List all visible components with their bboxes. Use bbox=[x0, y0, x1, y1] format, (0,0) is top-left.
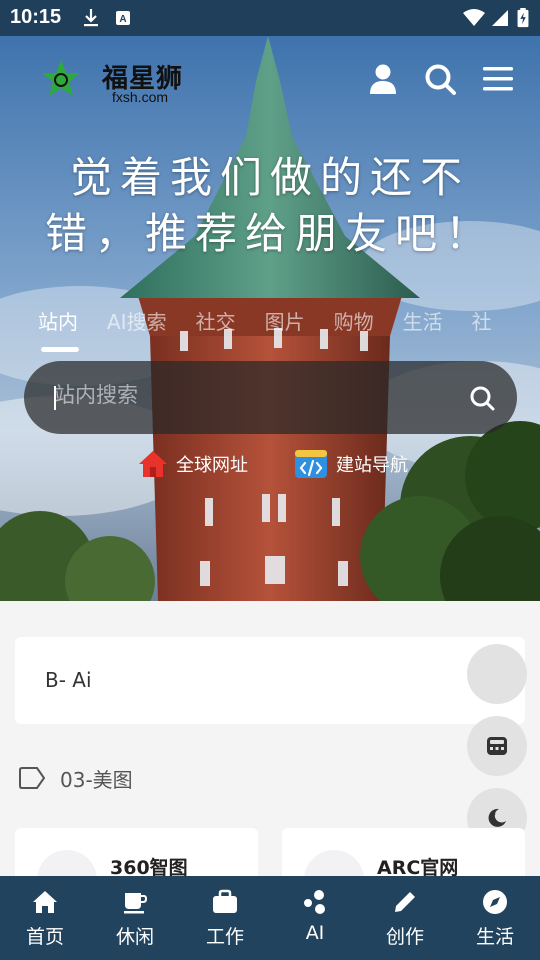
ai-icon bbox=[304, 890, 325, 914]
svg-text:A: A bbox=[119, 14, 126, 25]
nav-label: 生活 bbox=[475, 926, 514, 948]
nav-label: 首页 bbox=[25, 926, 64, 948]
tab-shopping[interactable]: 购物 bbox=[334, 306, 374, 346]
active-tab-indicator bbox=[41, 347, 79, 352]
briefcase-icon bbox=[213, 889, 237, 913]
nav-work[interactable]: 工作 bbox=[180, 876, 270, 960]
quick-link-site-navigation[interactable]: 建站导航 bbox=[294, 446, 408, 482]
signal-icon bbox=[492, 10, 508, 26]
keyboard-app-icon: A bbox=[116, 11, 130, 25]
search-bar[interactable] bbox=[24, 361, 517, 434]
home-icon bbox=[33, 891, 57, 913]
download-icon bbox=[84, 9, 98, 27]
logo-star-icon bbox=[42, 60, 80, 96]
tab-more[interactable]: 社 bbox=[472, 306, 492, 346]
bottom-navigation: 首页 休闲 工作 AI 创作 生活 bbox=[0, 876, 540, 960]
tab-site[interactable]: 站内 bbox=[38, 306, 78, 346]
tab-images[interactable]: 图片 bbox=[265, 306, 305, 346]
tab-social[interactable]: 社交 bbox=[196, 306, 236, 346]
ai-category-title: B- Ai bbox=[45, 668, 92, 692]
nav-label: 工作 bbox=[205, 926, 244, 948]
pencil-icon bbox=[395, 892, 415, 912]
wifi-icon bbox=[463, 9, 485, 26]
code-window-icon bbox=[295, 450, 327, 478]
battery-icon bbox=[517, 8, 529, 28]
home-red-icon bbox=[139, 451, 167, 477]
user-icon[interactable] bbox=[366, 62, 400, 96]
search-input[interactable] bbox=[54, 383, 454, 407]
headline-line-1: 觉着我们做的还不 bbox=[69, 153, 470, 202]
tab-ai-search[interactable]: AI搜索 bbox=[107, 306, 167, 346]
hero-banner: 福星狮 fxsh.com 觉着我们做的还不 错，推荐给朋友吧！ 站内 AI搜索 … bbox=[0, 36, 540, 601]
quick-link-label: 全球网址 bbox=[176, 455, 248, 476]
tab-life[interactable]: 生活 bbox=[403, 306, 443, 346]
compass-icon bbox=[483, 890, 507, 914]
nav-leisure[interactable]: 休闲 bbox=[90, 876, 180, 960]
status-time: 10:15 bbox=[10, 6, 62, 28]
logo-domain: fxsh.com bbox=[112, 89, 169, 105]
floating-blank-button[interactable] bbox=[467, 644, 527, 704]
headline-line-2: 错，推荐给朋友吧！ bbox=[44, 209, 495, 258]
search-category-tabs: 站内 AI搜索 社交 图片 购物 生活 社 bbox=[38, 306, 528, 346]
search-submit-icon[interactable] bbox=[469, 385, 495, 411]
calculator-icon bbox=[487, 737, 507, 755]
menu-icon[interactable] bbox=[481, 62, 515, 96]
tag-icon bbox=[19, 767, 46, 789]
nav-create[interactable]: 创作 bbox=[360, 876, 450, 960]
hero-headline: 觉着我们做的还不 错，推荐给朋友吧！ bbox=[0, 150, 540, 262]
nav-home[interactable]: 首页 bbox=[0, 876, 90, 960]
status-bar: 10:15 A bbox=[0, 0, 540, 36]
nav-label: AI bbox=[305, 922, 325, 944]
nav-ai[interactable]: AI bbox=[270, 876, 360, 960]
nav-life[interactable]: 生活 bbox=[450, 876, 540, 960]
floating-calculator-button[interactable] bbox=[467, 716, 527, 776]
ai-category-card[interactable]: B- Ai bbox=[15, 637, 525, 724]
quick-link-global-sites[interactable]: 全球网址 bbox=[138, 446, 248, 482]
section-title: 03-美图 bbox=[60, 767, 133, 792]
moon-icon bbox=[488, 808, 506, 827]
coffee-icon bbox=[124, 893, 148, 914]
search-icon[interactable] bbox=[423, 62, 457, 96]
site-logo[interactable]: 福星狮 fxsh.com bbox=[40, 58, 200, 108]
nav-label: 创作 bbox=[385, 926, 424, 948]
nav-label: 休闲 bbox=[115, 926, 154, 948]
section-header-images: 03-美图 bbox=[18, 762, 133, 794]
quick-link-label: 建站导航 bbox=[336, 455, 408, 476]
